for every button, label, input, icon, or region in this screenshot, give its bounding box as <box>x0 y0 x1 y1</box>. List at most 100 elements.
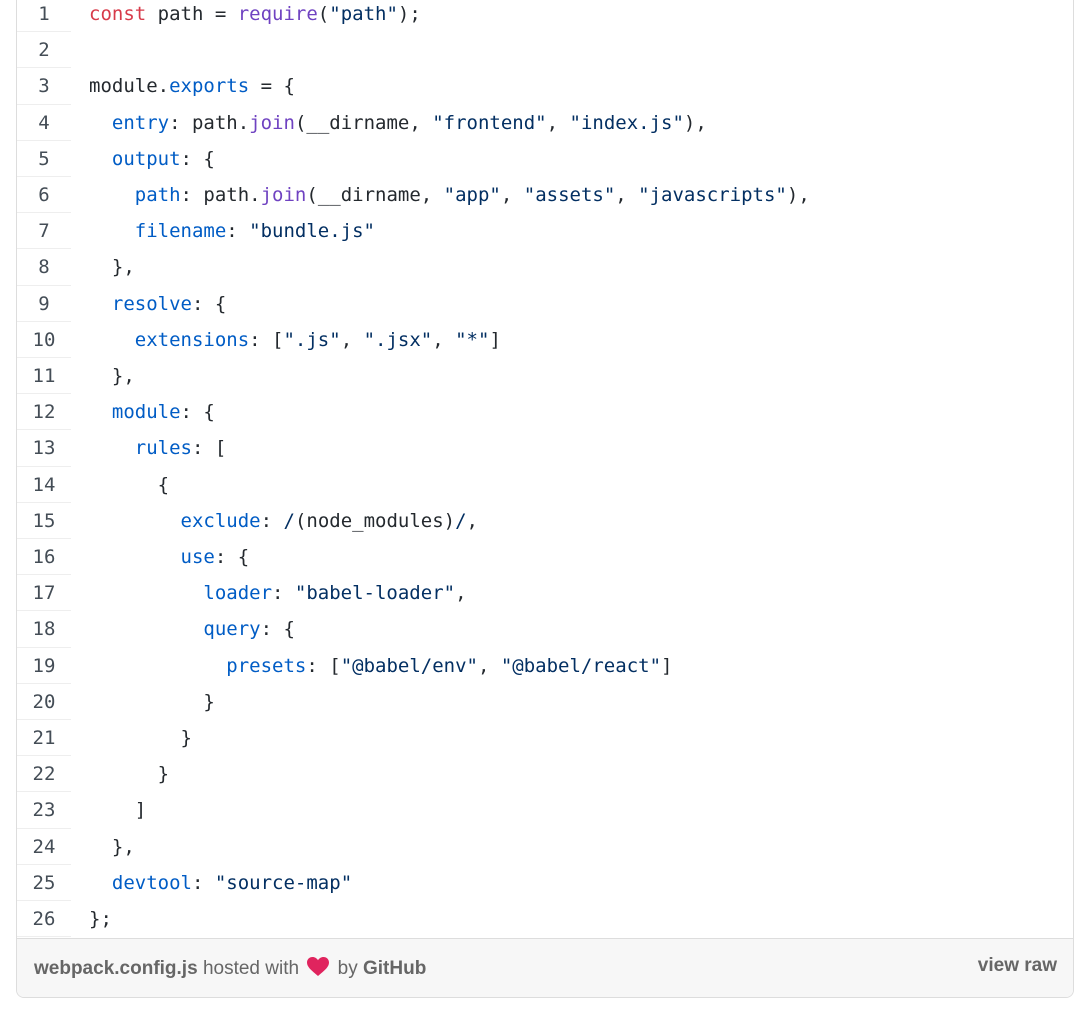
line-content: module: { <box>89 394 215 430</box>
code-line: 19 presets: ["@babel/env", "@babel/react… <box>17 648 1073 684</box>
code-token: : <box>226 220 250 243</box>
line-content: }, <box>89 358 135 394</box>
code-line: 9 resolve: { <box>17 286 1073 322</box>
line-number[interactable]: 6 <box>17 177 71 214</box>
line-number[interactable]: 15 <box>17 503 71 539</box>
code-token: "frontend" <box>432 111 547 134</box>
code-token: rules <box>134 437 192 460</box>
line-content: module.exports = { <box>89 68 295 104</box>
code-token: filename <box>134 220 227 243</box>
line-number[interactable]: 7 <box>17 213 71 250</box>
gist-footer: webpack.config.js hosted with by GitHub … <box>17 938 1073 997</box>
line-content: resolve: { <box>89 286 226 322</box>
line-number[interactable]: 25 <box>17 865 71 901</box>
code-token: ".jsx" <box>363 328 433 351</box>
code-token: }, <box>89 365 135 387</box>
code-line: 2 <box>17 32 1073 69</box>
code-line: 11 }, <box>17 358 1073 395</box>
line-number[interactable]: 18 <box>17 611 71 648</box>
github-link[interactable]: GitHub <box>363 958 426 979</box>
line-content: } <box>89 684 215 720</box>
code-line: 23 ] <box>17 792 1073 829</box>
line-number[interactable]: 20 <box>17 684 71 720</box>
line-number[interactable]: 19 <box>17 648 71 684</box>
line-number[interactable]: 5 <box>17 141 71 177</box>
line-number[interactable]: 21 <box>17 720 71 757</box>
code-token: query <box>203 618 261 641</box>
code-line: 1 const path = require("path"); <box>17 0 1073 33</box>
code-token: loader <box>203 582 273 605</box>
code-token: ] <box>89 799 147 822</box>
code-token: "babel-loader" <box>294 582 456 605</box>
code-token: "path" <box>329 3 398 25</box>
gist-filename-link[interactable]: webpack.config.js <box>34 958 198 979</box>
line-number[interactable]: 22 <box>17 756 71 793</box>
code-token: module <box>111 401 181 424</box>
code-token: : <box>260 509 284 532</box>
line-content: use: { <box>89 539 250 575</box>
line-number[interactable]: 14 <box>17 467 71 503</box>
line-number[interactable]: 10 <box>17 322 71 358</box>
line-number[interactable]: 11 <box>17 358 71 395</box>
line-number[interactable]: 23 <box>17 792 71 829</box>
line-number[interactable]: 8 <box>17 249 71 286</box>
code-line: 10 extensions: [".js", ".jsx", "*"] <box>17 322 1073 358</box>
line-number[interactable]: 1 <box>17 0 71 33</box>
line-number[interactable]: 13 <box>17 430 71 467</box>
line-content: } <box>89 756 169 792</box>
code-token: resolve <box>111 292 192 315</box>
line-content: output: { <box>89 141 215 177</box>
code-token: , <box>340 328 364 351</box>
code-token: devtool <box>111 871 192 894</box>
line-content: { <box>89 467 169 503</box>
code-token: , <box>546 111 570 134</box>
line-content: rules: [ <box>89 430 227 466</box>
line-content: } <box>89 720 192 756</box>
line-number[interactable]: 3 <box>17 68 71 105</box>
line-number[interactable]: 2 <box>17 32 71 69</box>
code-token: const <box>89 3 147 25</box>
line-number[interactable]: 12 <box>17 394 71 431</box>
code-token: / <box>283 509 295 532</box>
code-token: join <box>249 111 295 134</box>
line-number[interactable]: 9 <box>17 286 71 322</box>
code-token: , <box>500 184 524 206</box>
code-line: 6 path: path.join(__dirname, "app", "ass… <box>17 177 1073 214</box>
code-token: "*" <box>455 328 490 351</box>
line-number[interactable]: 24 <box>17 829 71 865</box>
code-token: (__dirname, <box>294 111 433 134</box>
line-number[interactable]: 26 <box>17 901 71 938</box>
code-line: 16 use: { <box>17 539 1073 576</box>
code-token: (__dirname, <box>306 184 444 206</box>
code-token: "@babel/env" <box>340 654 478 677</box>
view-raw-link[interactable]: view raw <box>978 955 1057 977</box>
code-token: = { <box>249 75 295 98</box>
code-token: join <box>260 184 307 206</box>
code-token: } <box>89 727 192 749</box>
line-number[interactable]: 16 <box>17 539 71 576</box>
code-token: } <box>89 690 215 713</box>
line-number[interactable]: 4 <box>17 105 71 141</box>
line-content: devtool: "source-map" <box>89 865 352 901</box>
code-token: : path. <box>180 184 261 206</box>
code-token: ( <box>317 3 330 25</box>
code-line: 4 entry: path.join(__dirname, "frontend"… <box>17 105 1073 141</box>
code-line: 14 { <box>17 467 1073 503</box>
code-token: , <box>455 582 467 605</box>
code-token: "assets" <box>523 184 616 206</box>
line-content: ] <box>89 792 146 828</box>
gist-embed: 1 const path = require("path"); 2 3 module.e… <box>16 0 1074 998</box>
code-token: path = <box>146 3 238 25</box>
code-token: ), <box>786 184 810 206</box>
line-number[interactable]: 17 <box>17 575 71 612</box>
line-content: exclude: /(node_modules)/, <box>89 503 478 539</box>
code-token: : [ <box>249 328 284 351</box>
line-content: }, <box>89 249 135 285</box>
